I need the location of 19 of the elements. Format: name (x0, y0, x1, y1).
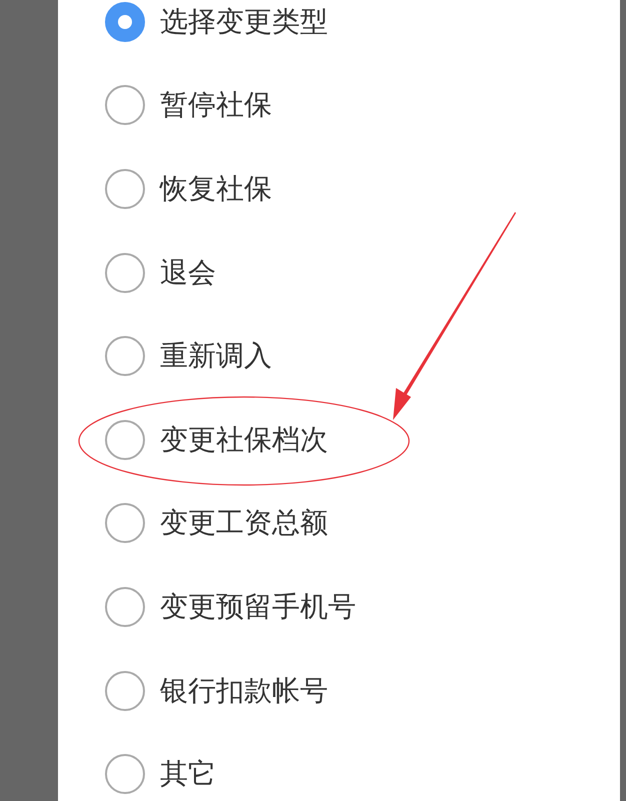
radio-button[interactable] (105, 754, 145, 794)
radio-button[interactable] (105, 336, 145, 376)
option-label[interactable]: 变更预留手机号 (160, 588, 356, 626)
radio-button[interactable] (105, 420, 145, 460)
radio-button[interactable] (105, 2, 145, 42)
radio-button[interactable] (105, 168, 145, 209)
option-label[interactable]: 选择变更类型 (160, 2, 328, 41)
option-label[interactable]: 恢复社保 (160, 170, 272, 208)
option-label[interactable]: 重新调入 (160, 337, 272, 376)
option-label[interactable]: 变更工资总额 (160, 504, 328, 542)
radio-button[interactable] (105, 586, 145, 627)
option-label[interactable]: 退会 (160, 254, 216, 292)
radio-button[interactable] (105, 670, 145, 711)
radio-button[interactable] (105, 503, 145, 544)
option-label[interactable]: 其它 (160, 755, 216, 794)
option-label[interactable]: 暂停社保 (160, 86, 272, 124)
radio-button[interactable] (105, 85, 145, 126)
option-label[interactable]: 银行扣款帐号 (160, 672, 328, 710)
radio-button[interactable] (105, 252, 145, 293)
